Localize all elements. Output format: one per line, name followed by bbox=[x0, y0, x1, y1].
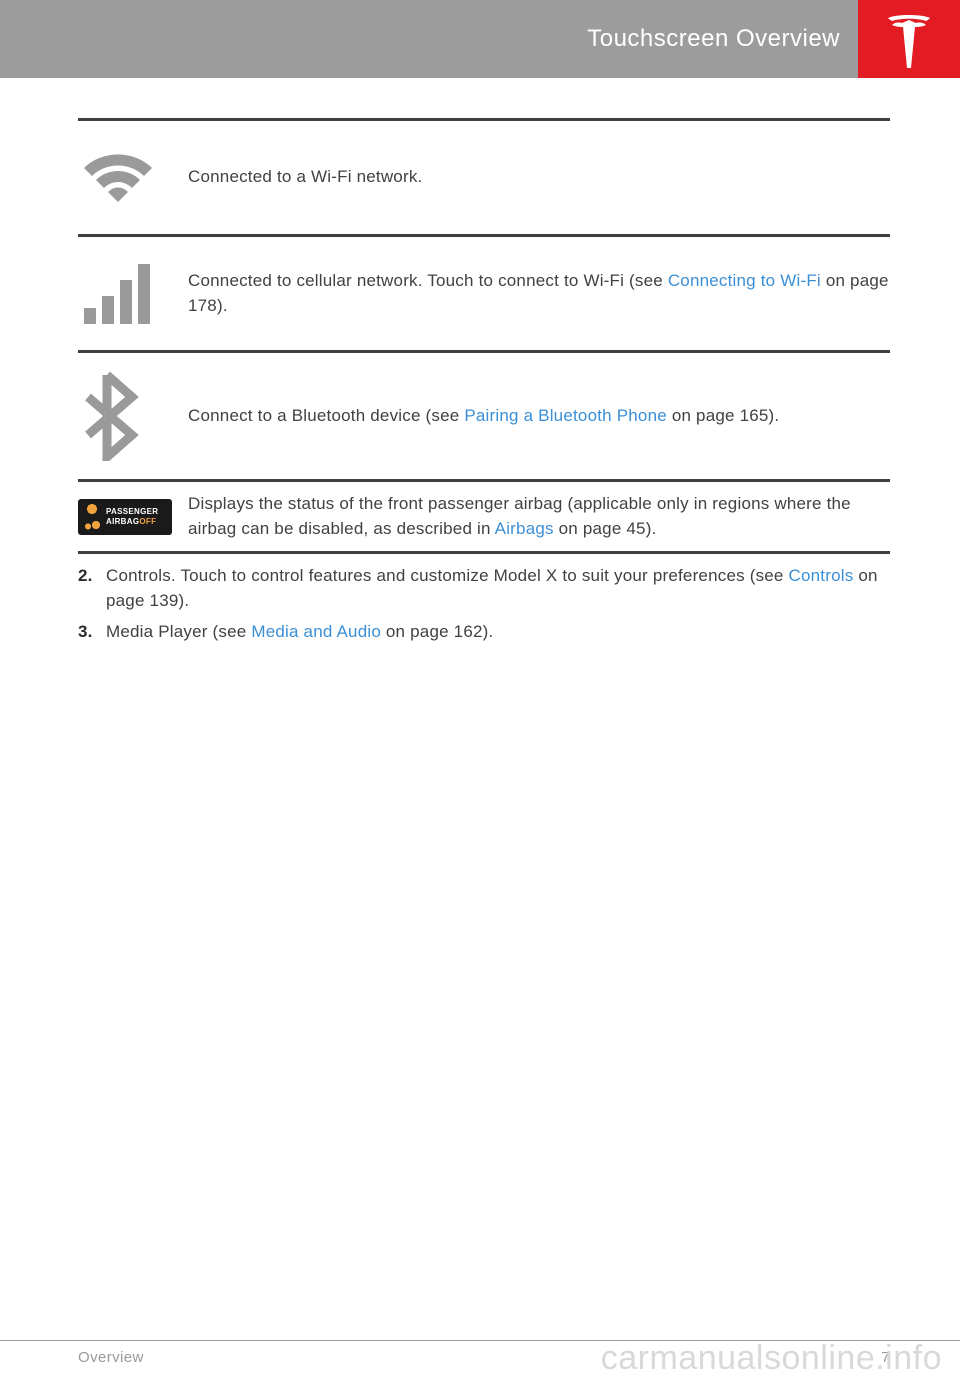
content-area: Connected to a Wi-Fi network. Connected … bbox=[0, 78, 960, 644]
bluetooth-text-pre: Connect to a Bluetooth device (see bbox=[188, 406, 464, 425]
airbag-badge-icon: PASSENGER AIRBAGOFF bbox=[78, 499, 188, 535]
cellular-text-pre: Connected to cellular network. Touch to … bbox=[188, 271, 668, 290]
page: Touchscreen Overview Connected to a Wi-F… bbox=[0, 0, 960, 1396]
link-controls[interactable]: Controls bbox=[789, 566, 854, 585]
bluetooth-icon bbox=[78, 371, 188, 461]
list-body-2: Controls. Touch to control features and … bbox=[106, 564, 890, 613]
item2-pre: Controls. Touch to control features and … bbox=[106, 566, 789, 585]
wifi-icon bbox=[78, 146, 188, 210]
list-num-3: 3. bbox=[78, 620, 106, 645]
footer-section: Overview bbox=[78, 1349, 144, 1366]
item3-pre: Media Player (see bbox=[106, 622, 251, 641]
numbered-list: 2. Controls. Touch to control features a… bbox=[78, 564, 890, 644]
header-bar: Touchscreen Overview bbox=[0, 0, 960, 78]
item3-post: on page 162). bbox=[381, 622, 493, 641]
link-pairing-bluetooth[interactable]: Pairing a Bluetooth Phone bbox=[464, 406, 667, 425]
link-airbags[interactable]: Airbags bbox=[495, 519, 554, 538]
list-body-3: Media Player (see Media and Audio on pag… bbox=[106, 620, 890, 645]
row-airbag: PASSENGER AIRBAGOFF Displays the status … bbox=[78, 479, 890, 554]
link-media-audio[interactable]: Media and Audio bbox=[251, 622, 381, 641]
airbag-text-post: on page 45). bbox=[554, 519, 657, 538]
row-wifi: Connected to a Wi-Fi network. bbox=[78, 118, 890, 234]
row-cellular: Connected to cellular network. Touch to … bbox=[78, 234, 890, 350]
tesla-logo-icon bbox=[882, 10, 936, 68]
list-item: 2. Controls. Touch to control features a… bbox=[78, 564, 890, 613]
list-item: 3. Media Player (see Media and Audio on … bbox=[78, 620, 890, 645]
airbag-text: Displays the status of the front passeng… bbox=[188, 492, 890, 541]
link-connecting-wifi[interactable]: Connecting to Wi-Fi bbox=[668, 271, 821, 290]
bluetooth-text-post: on page 165). bbox=[667, 406, 779, 425]
cellular-text: Connected to cellular network. Touch to … bbox=[188, 269, 890, 318]
airbag-badge-line1: PASSENGER bbox=[106, 507, 172, 517]
watermark: carmanualsonline.info bbox=[601, 1339, 942, 1378]
cellular-icon bbox=[78, 258, 188, 330]
list-num-2: 2. bbox=[78, 564, 106, 613]
row-bluetooth: Connect to a Bluetooth device (see Pairi… bbox=[78, 350, 890, 479]
tesla-logo bbox=[858, 0, 960, 78]
page-title: Touchscreen Overview bbox=[587, 25, 858, 53]
airbag-badge-line2a: AIRBAG bbox=[106, 517, 139, 526]
airbag-badge-line2b: OFF bbox=[139, 517, 156, 526]
bluetooth-text: Connect to a Bluetooth device (see Pairi… bbox=[188, 404, 890, 429]
wifi-text: Connected to a Wi-Fi network. bbox=[188, 165, 890, 190]
